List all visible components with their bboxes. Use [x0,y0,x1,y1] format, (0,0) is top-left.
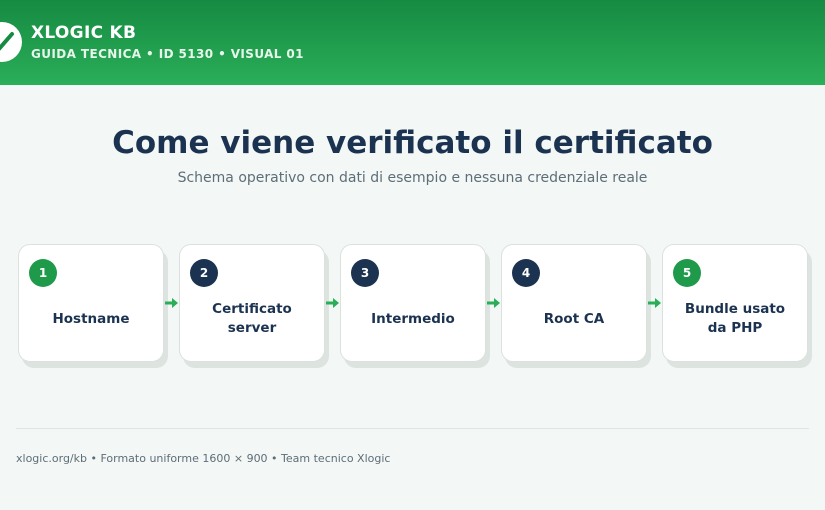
page-title: Come viene verificato il certificato [112,125,713,161]
arrow-right-icon [487,298,500,308]
step-number-badge: 1 [29,259,57,287]
arrow-right-icon [648,298,661,308]
step-label: Hostname [52,310,130,327]
step-certificato-server: 2 Certificato server [179,244,329,368]
logo [0,22,22,62]
step-label: Bundle usato da PHP [684,301,786,336]
arrow-right-icon [165,298,178,308]
step-number-badge: 4 [512,259,540,287]
page-lead: Schema operativo con dati di esempio e n… [177,170,648,186]
header-subtitle: GUIDA TECNICA • ID 5130 • VISUAL 01 [31,47,304,61]
footer-divider [16,428,809,429]
step-hostname: 1 Hostname [18,244,168,368]
footer-text: xlogic.org/kb • Formato uniforme 1600 × … [16,452,391,465]
step-number-badge: 5 [673,259,701,287]
step-label: Intermedio [371,310,455,327]
step-number-badge: 3 [351,259,379,287]
step-label: Certificato server [212,301,292,336]
step-intermedio: 3 Intermedio [340,244,490,368]
checkmark-icon [0,32,14,51]
header-banner: XLOGIC KB GUIDA TECNICA • ID 5130 • VISU… [0,0,825,85]
step-number-badge: 2 [190,259,218,287]
brand-name: XLOGIC KB [31,23,137,43]
step-bundle-php: 5 Bundle usato da PHP [662,244,812,368]
step-root-ca: 4 Root CA [501,244,651,368]
arrow-right-icon [326,298,339,308]
step-label: Root CA [543,310,605,327]
